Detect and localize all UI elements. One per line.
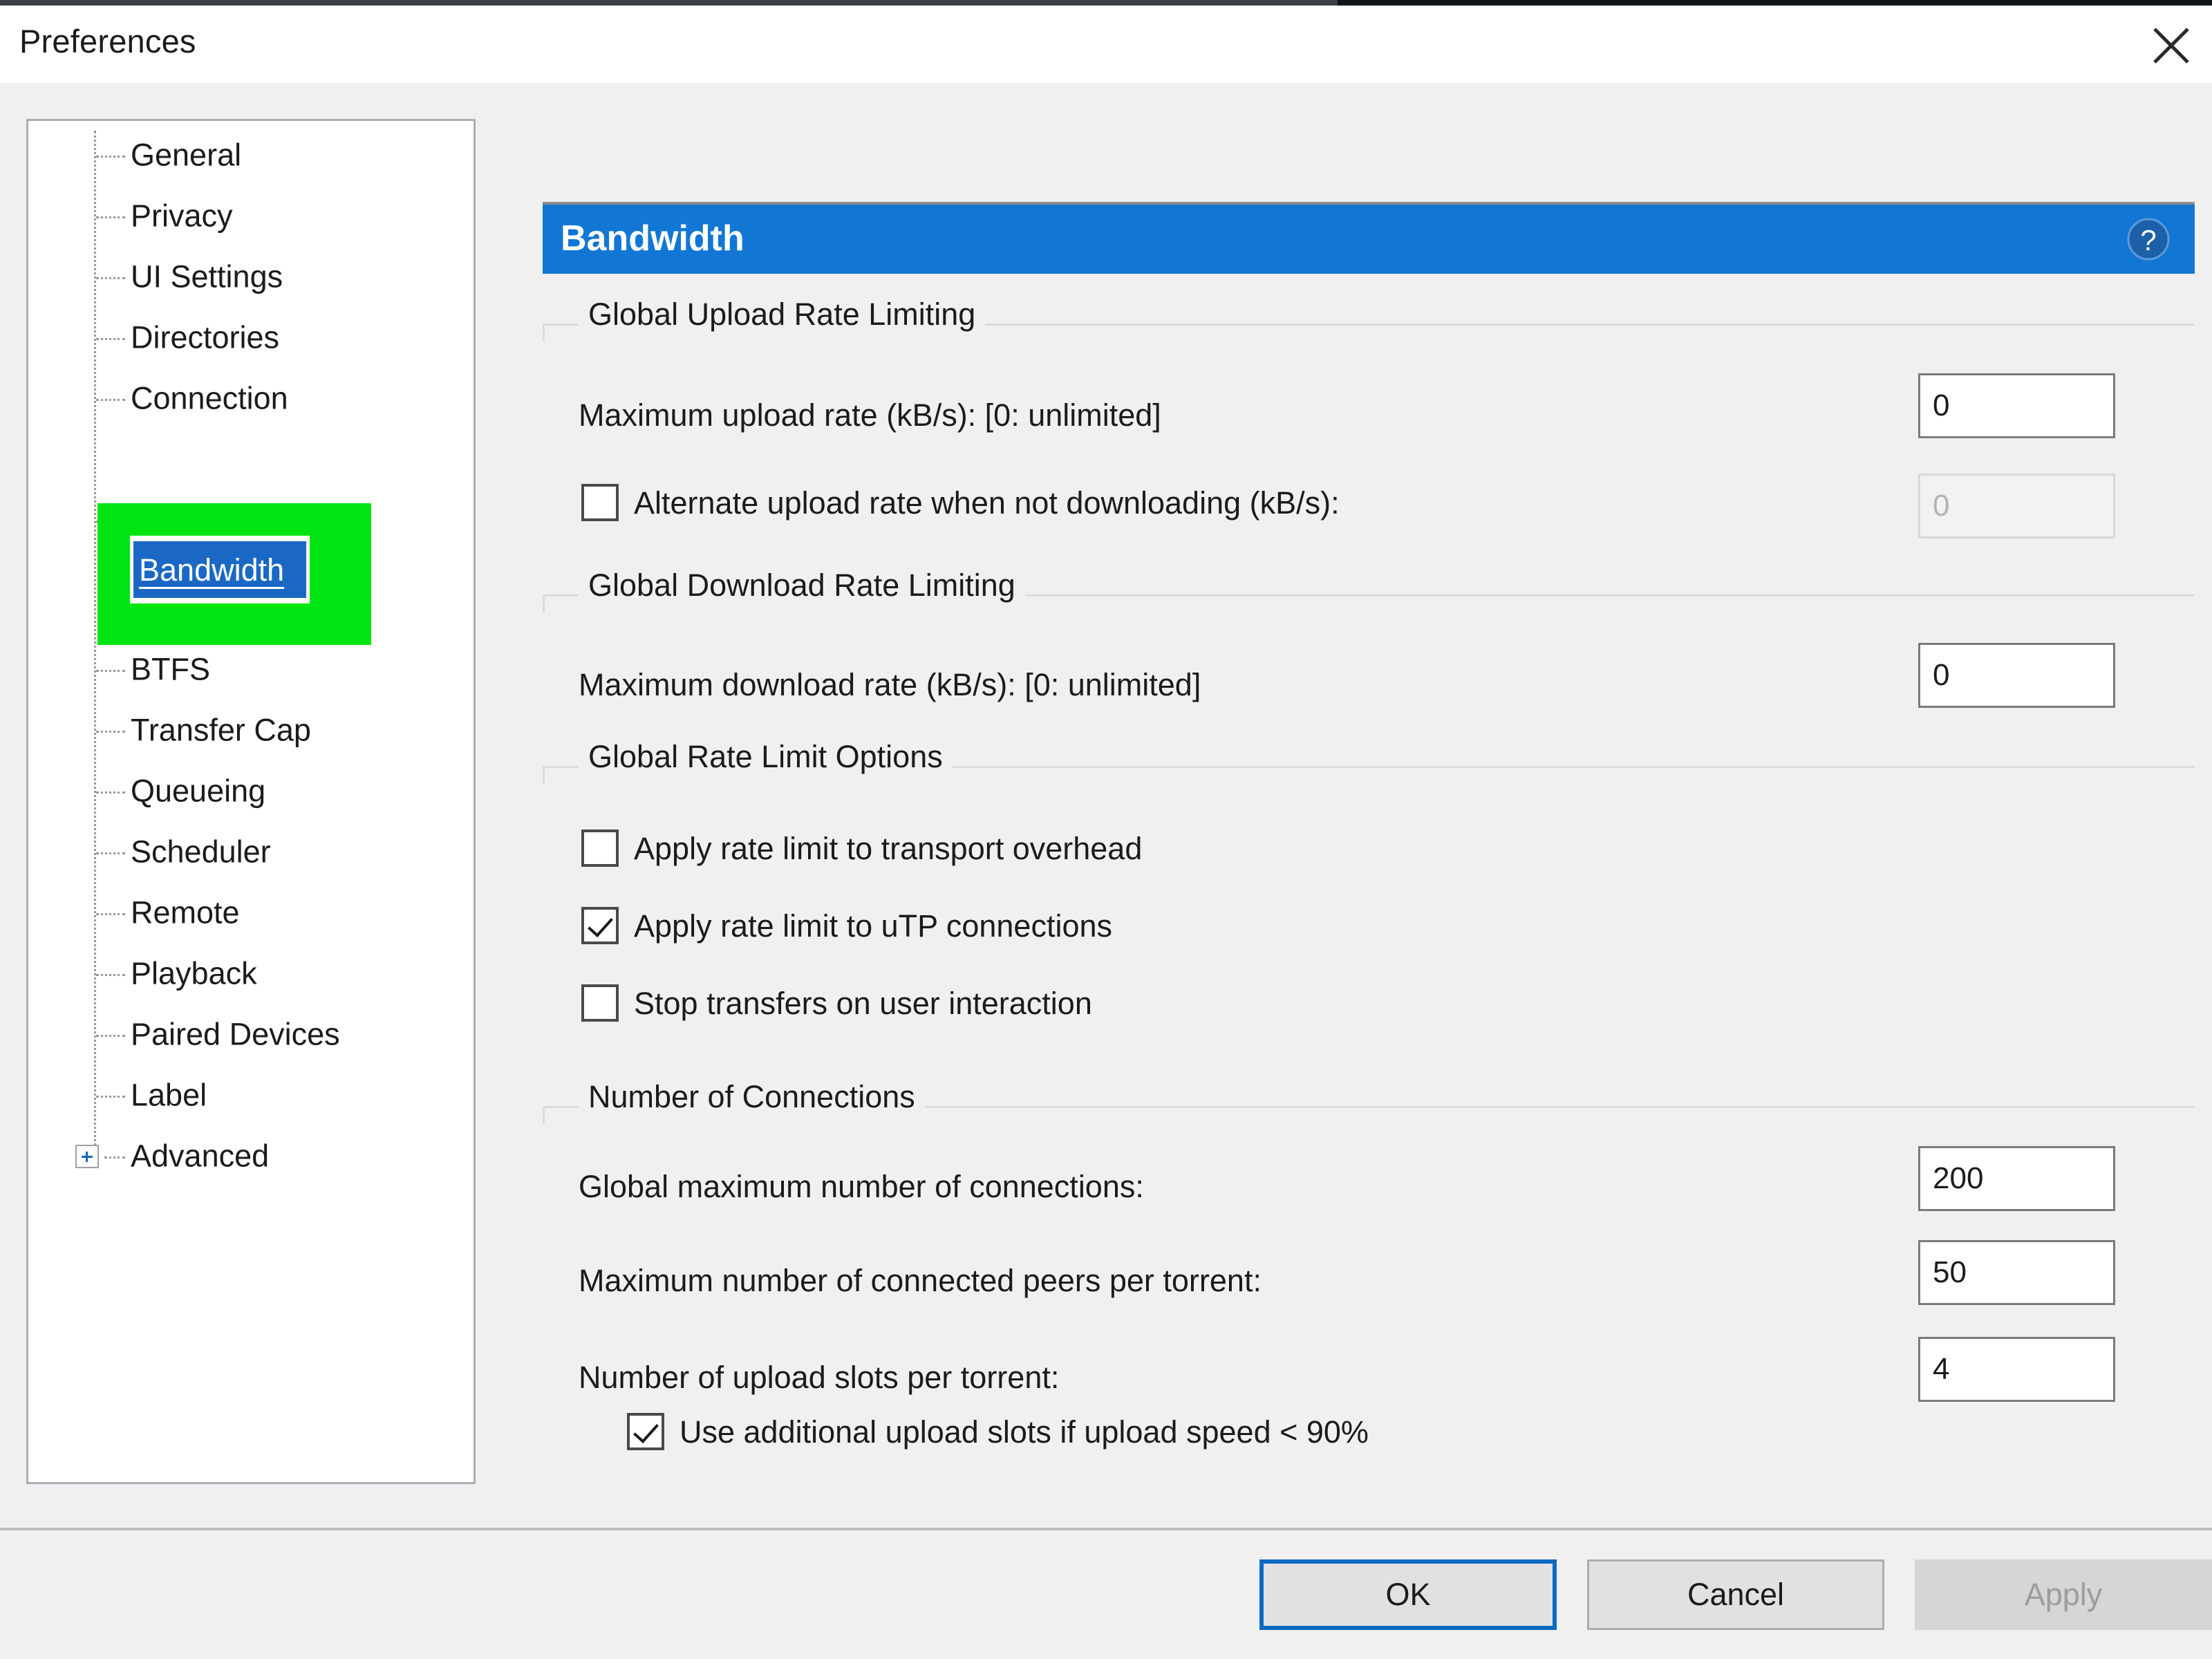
- dialog-body: General Privacy UI Settings Directories …: [0, 83, 2212, 1528]
- group-global-rate-limit-options: Global Rate Limit Options Apply rate lim…: [543, 740, 2195, 1066]
- group-global-download-rate-limiting: Global Download Rate Limiting Maximum do…: [543, 568, 2195, 735]
- group-global-upload-rate-limiting: Global Upload Rate Limiting Maximum uplo…: [543, 297, 2195, 554]
- tree-branch-icon: [96, 1096, 125, 1098]
- group-legend: Global Rate Limit Options: [579, 740, 953, 774]
- apply-rate-limit-utp-row[interactable]: Apply rate limit to uTP connections: [581, 907, 1112, 944]
- title-bar: Preferences: [0, 6, 2212, 83]
- tree-branch-icon: [96, 1035, 125, 1037]
- max-peers-per-torrent-input[interactable]: 50: [1918, 1240, 2115, 1305]
- stop-transfers-user-interaction-checkbox[interactable]: [581, 984, 619, 1022]
- group-frame-tick: [543, 324, 545, 341]
- sidebar-item-label: Transfer Cap: [131, 712, 311, 748]
- apply-rate-limit-utp-label: Apply rate limit to uTP connections: [634, 908, 1113, 944]
- sidebar-item-label: General: [131, 137, 242, 173]
- group-frame-tick: [543, 594, 545, 612]
- tree-branch-icon: [96, 338, 125, 340]
- group-legend: Global Upload Rate Limiting: [579, 297, 986, 332]
- max-download-rate-input[interactable]: 0: [1918, 643, 2115, 708]
- additional-upload-slots-label: Use additional upload slots if upload sp…: [679, 1414, 1369, 1450]
- ok-button[interactable]: OK: [1259, 1559, 1557, 1630]
- global-max-connections-input[interactable]: 200: [1918, 1146, 2115, 1211]
- max-peers-per-torrent-label: Maximum number of connected peers per to…: [579, 1263, 1262, 1298]
- help-question-icon[interactable]: ?: [2127, 218, 2170, 261]
- sidebar-item-label: Label: [131, 1077, 207, 1113]
- window-top-edge-left: [0, 0, 1338, 6]
- tree-branch-icon: [96, 399, 125, 401]
- tree-branch-icon: [96, 913, 125, 915]
- apply-rate-limit-transport-overhead-label: Apply rate limit to transport overhead: [634, 830, 1143, 866]
- group-frame-tick: [543, 1106, 545, 1124]
- global-max-connections-label: Global maximum number of connections:: [579, 1169, 1144, 1204]
- stop-transfers-user-interaction-label: Stop transfers on user interaction: [634, 985, 1092, 1021]
- apply-button: Apply: [1915, 1559, 2212, 1630]
- upload-slots-per-torrent-label: Number of upload slots per torrent:: [579, 1360, 1060, 1395]
- svg-text:?: ?: [2140, 224, 2156, 256]
- stop-transfers-user-interaction-row[interactable]: Stop transfers on user interaction: [581, 984, 1092, 1022]
- sidebar-item-label: Playback: [131, 955, 257, 991]
- apply-rate-limit-utp-checkbox[interactable]: [581, 907, 619, 944]
- sidebar-item-label: Connection: [131, 380, 288, 416]
- expand-plus-icon[interactable]: [75, 1145, 99, 1168]
- sidebar-item-label: Queueing: [131, 773, 266, 809]
- group-number-of-connections: Number of Connections Global maximum num…: [543, 1080, 2195, 1488]
- group-legend: Number of Connections: [579, 1080, 925, 1114]
- preferences-category-tree[interactable]: General Privacy UI Settings Directories …: [26, 119, 476, 1484]
- additional-upload-slots-row[interactable]: Use additional upload slots if upload sp…: [627, 1413, 1369, 1450]
- alternate-upload-rate-checkbox[interactable]: [581, 484, 619, 521]
- tree-branch-icon: [96, 974, 125, 976]
- tree-branch-icon: [96, 277, 125, 279]
- sidebar-item-bandwidth[interactable]: Bandwidth: [133, 541, 306, 598]
- close-icon[interactable]: [2144, 21, 2198, 71]
- tree-branch-icon: [104, 1156, 125, 1159]
- sidebar-item-label: UI Settings: [131, 259, 283, 294]
- window-top-edge: [0, 0, 2212, 6]
- alternate-upload-rate-input: 0: [1918, 474, 2115, 538]
- group-legend: Global Download Rate Limiting: [579, 568, 1025, 603]
- cancel-button[interactable]: Cancel: [1587, 1559, 1884, 1630]
- tree-branch-icon: [96, 670, 125, 672]
- sidebar-item-label: Bandwidth: [139, 552, 285, 588]
- group-frame-tick: [543, 766, 545, 784]
- tree-branch-icon: [96, 156, 125, 158]
- sidebar-item-label: Privacy: [131, 198, 233, 234]
- additional-upload-slots-checkbox[interactable]: [627, 1413, 664, 1450]
- apply-rate-limit-transport-overhead-row[interactable]: Apply rate limit to transport overhead: [581, 830, 1142, 867]
- window-title: Preferences: [19, 23, 196, 59]
- max-upload-rate-label: Maximum upload rate (kB/s): [0: unlimite…: [579, 397, 1161, 433]
- panel-header-banner: Bandwidth ?: [543, 202, 2195, 274]
- tree-guide-line: [94, 131, 96, 1168]
- sidebar-item-label: Paired Devices: [131, 1016, 340, 1052]
- tree-branch-icon: [96, 791, 125, 794]
- tree-branch-icon: [96, 852, 125, 854]
- alternate-upload-rate-label: Alternate upload rate when not downloadi…: [634, 485, 1340, 521]
- tree-branch-icon: [96, 731, 125, 733]
- alternate-upload-rate-checkbox-row[interactable]: Alternate upload rate when not downloadi…: [581, 484, 1340, 521]
- max-download-rate-label: Maximum download rate (kB/s): [0: unlimi…: [579, 667, 1201, 702]
- sidebar-item-label: BTFS: [131, 651, 211, 687]
- tree-branch-icon: [96, 216, 125, 218]
- preferences-content-panel: Bandwidth ? Global Upload Rate Limiting …: [543, 119, 2195, 1484]
- dialog-footer: OK Cancel Apply: [0, 1530, 2212, 1659]
- sidebar-item-label: Directories: [131, 319, 280, 355]
- sidebar-item-label: Scheduler: [131, 834, 271, 870]
- sidebar-item-label: Remote: [131, 894, 240, 930]
- apply-rate-limit-transport-overhead-checkbox[interactable]: [581, 830, 619, 867]
- sidebar-item-label: Advanced: [131, 1138, 270, 1174]
- max-upload-rate-input[interactable]: 0: [1918, 373, 2115, 438]
- upload-slots-per-torrent-input[interactable]: 4: [1918, 1337, 2115, 1402]
- page-title: Bandwidth: [561, 218, 744, 259]
